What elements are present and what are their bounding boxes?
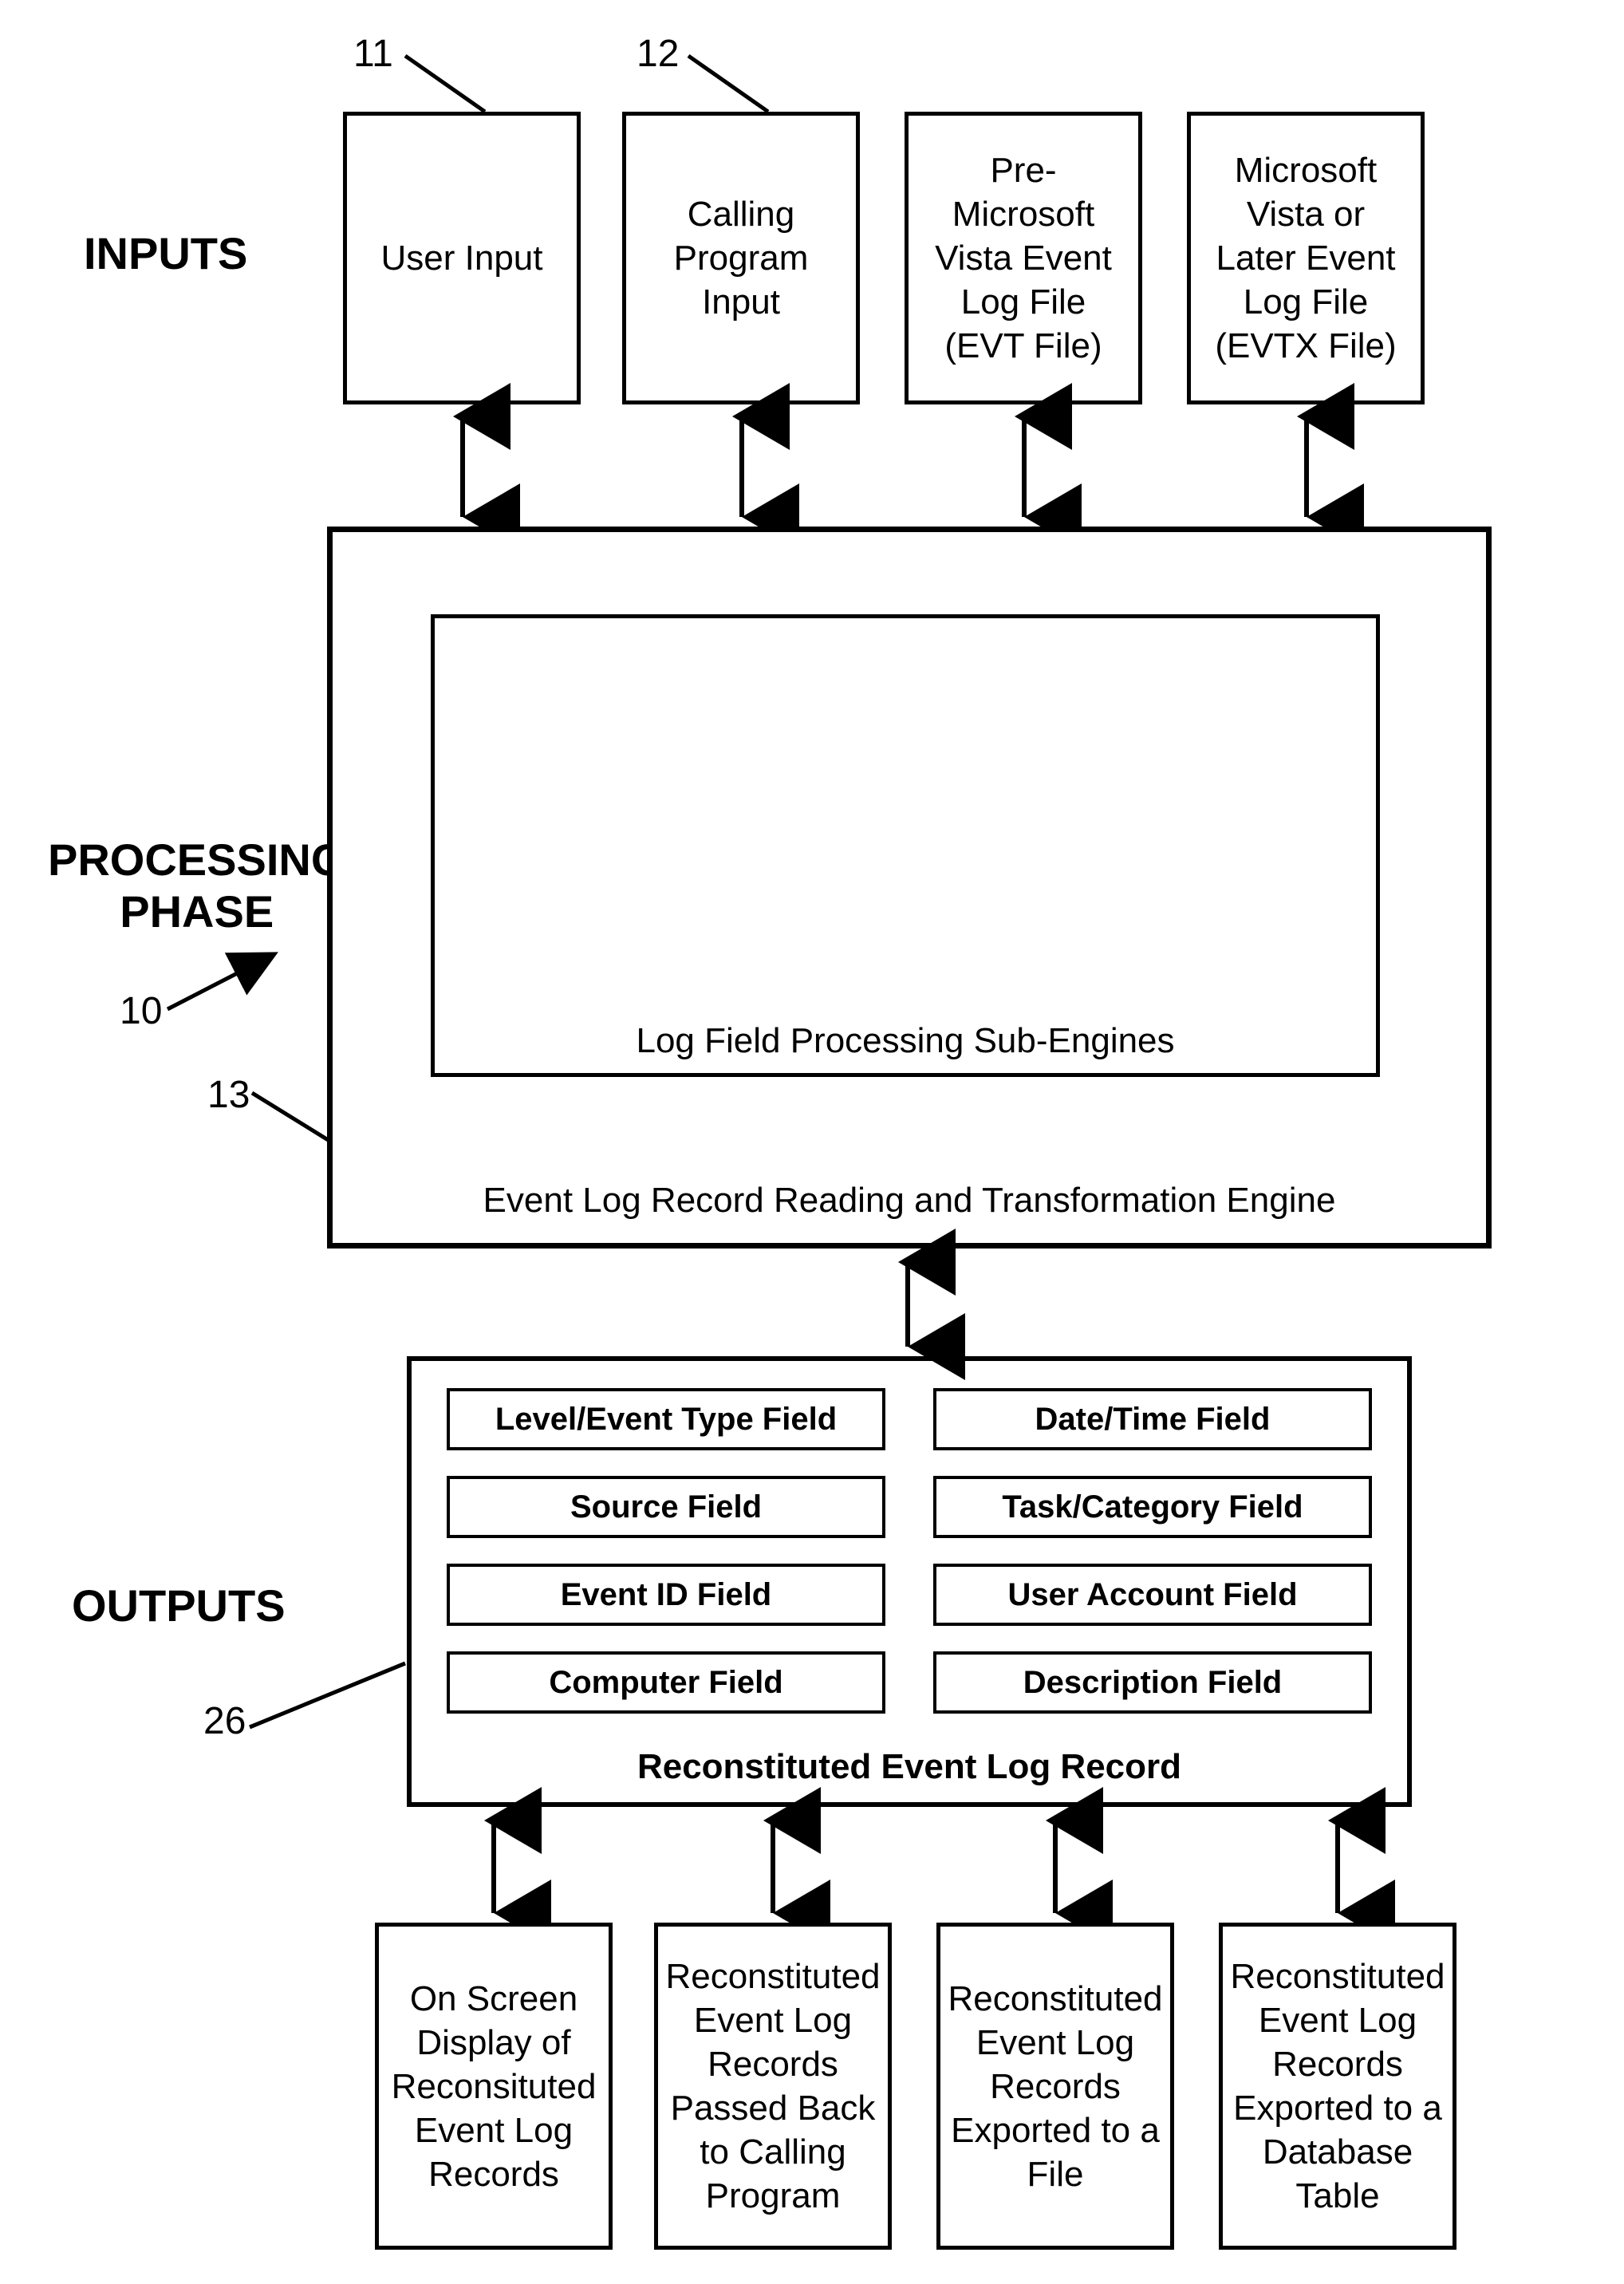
arrow-engine-record <box>893 1252 922 1356</box>
arrow-out-4 <box>1323 1811 1352 1923</box>
field-computer: Computer Field <box>447 1651 885 1714</box>
leader-26 <box>250 1659 409 1731</box>
arrow-out-3 <box>1041 1811 1070 1923</box>
field-eventid: Event ID Field <box>447 1564 885 1626</box>
arrow-in-4 <box>1292 407 1321 527</box>
field-level: Level/Event Type Field <box>447 1388 885 1450</box>
engine-inner-label: Log Field Processing Sub-Engines <box>431 1021 1380 1061</box>
arrow-in-1 <box>448 407 477 527</box>
ref-12: 12 <box>637 32 679 76</box>
leader-11 <box>397 48 493 120</box>
field-user: User Account Field <box>933 1564 1372 1626</box>
ref-13: 13 <box>207 1073 250 1117</box>
section-label-inputs: INPUTS <box>84 227 247 279</box>
leader-12 <box>680 48 776 120</box>
engine-inner-box <box>431 614 1380 1077</box>
input-evt-file: Pre-Microsoft Vista Event Log File (EVT … <box>905 112 1142 404</box>
leader-10 <box>168 949 279 1013</box>
output-file: Reconstituted Event Log Records Exported… <box>936 1923 1174 2250</box>
ref-10: 10 <box>120 989 162 1033</box>
output-calling-program: Reconstituted Event Log Records Passed B… <box>654 1923 892 2250</box>
ref-11: 11 <box>353 32 393 76</box>
arrow-out-1 <box>479 1811 508 1923</box>
field-source: Source Field <box>447 1476 885 1538</box>
input-evtx-file: Microsoft Vista or Later Event Log File … <box>1187 112 1425 404</box>
section-label-outputs: OUTPUTS <box>72 1580 286 1631</box>
record-caption: Reconstituted Event Log Record <box>407 1747 1412 1787</box>
input-calling-program: Calling Program Input <box>622 112 860 404</box>
field-datetime: Date/Time Field <box>933 1388 1372 1450</box>
output-onscreen: On Screen Display of Reconsituted Event … <box>375 1923 613 2250</box>
field-description: Description Field <box>933 1651 1372 1714</box>
field-task: Task/Category Field <box>933 1476 1372 1538</box>
arrow-out-2 <box>759 1811 787 1923</box>
engine-caption: Event Log Record Reading and Transformat… <box>327 1181 1492 1221</box>
arrow-in-3 <box>1010 407 1039 527</box>
ref-26: 26 <box>203 1699 246 1743</box>
output-db: Reconstituted Event Log Records Exported… <box>1219 1923 1456 2250</box>
arrow-in-2 <box>727 407 756 527</box>
input-user-input: User Input <box>343 112 581 404</box>
section-label-processing: PROCESSING PHASE <box>48 834 345 937</box>
